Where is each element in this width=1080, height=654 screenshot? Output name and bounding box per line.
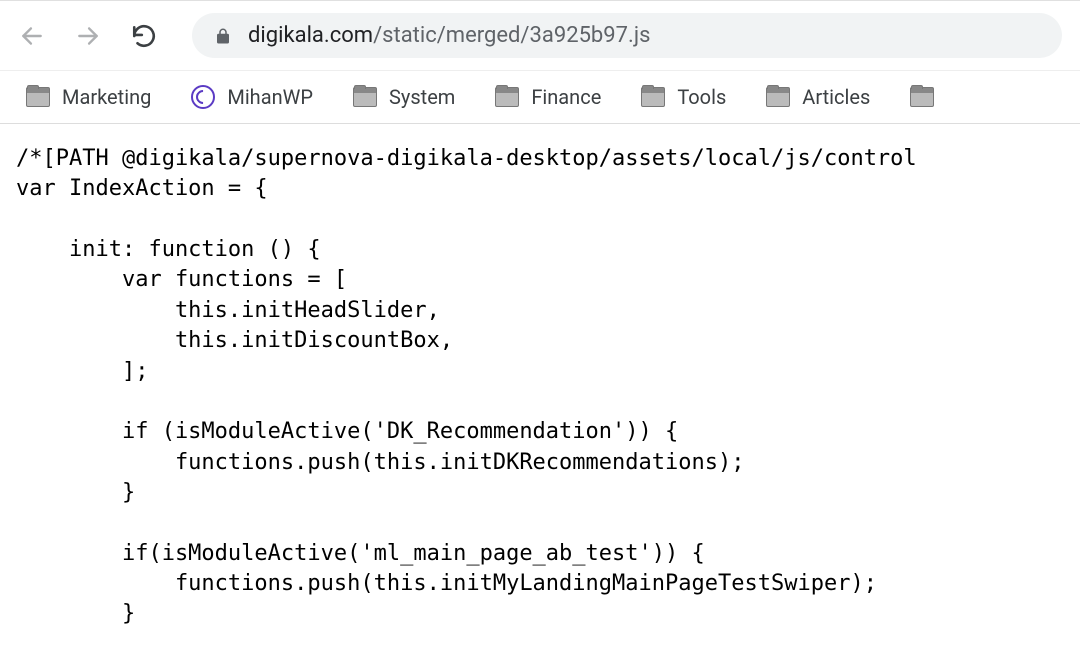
bookmark-mihanwp[interactable]: MihanWP — [191, 85, 313, 109]
back-button[interactable] — [18, 22, 46, 50]
bookmark-label: System — [389, 85, 455, 109]
source-code: /*[PATH @digikala/supernova-digikala-des… — [0, 124, 1080, 650]
arrow-right-icon — [75, 23, 101, 49]
bookmark-label: MihanWP — [227, 85, 313, 109]
bookmark-marketing[interactable]: Marketing — [26, 85, 151, 109]
forward-button[interactable] — [74, 22, 102, 50]
reload-icon — [131, 23, 157, 49]
bookmark-label: Tools — [677, 85, 726, 109]
bookmark-label: Finance — [531, 85, 601, 109]
folder-icon — [26, 87, 50, 107]
mihan-icon — [191, 85, 215, 109]
bookmarks-bar: Marketing MihanWP System Finance Tools A… — [0, 71, 1080, 124]
bookmark-tools[interactable]: Tools — [641, 85, 726, 109]
nav-arrows — [18, 22, 158, 50]
reload-button[interactable] — [130, 22, 158, 50]
bookmark-more[interactable] — [910, 87, 934, 107]
bookmark-label: Articles — [802, 85, 870, 109]
folder-icon — [910, 87, 934, 107]
folder-icon — [766, 87, 790, 107]
browser-toolbar: digikala.com/static/merged/3a925b97.js — [0, 0, 1080, 71]
address-bar[interactable]: digikala.com/static/merged/3a925b97.js — [192, 13, 1062, 58]
folder-icon — [353, 87, 377, 107]
url-text: digikala.com/static/merged/3a925b97.js — [248, 23, 650, 48]
folder-icon — [495, 87, 519, 107]
bookmark-label: Marketing — [62, 85, 151, 109]
url-path: /static/merged/3a925b97.js — [373, 23, 650, 48]
url-domain: digikala.com — [248, 23, 373, 48]
arrow-left-icon — [19, 23, 45, 49]
bookmark-articles[interactable]: Articles — [766, 85, 870, 109]
lock-icon — [214, 26, 232, 46]
bookmark-system[interactable]: System — [353, 85, 455, 109]
bookmark-finance[interactable]: Finance — [495, 85, 601, 109]
folder-icon — [641, 87, 665, 107]
